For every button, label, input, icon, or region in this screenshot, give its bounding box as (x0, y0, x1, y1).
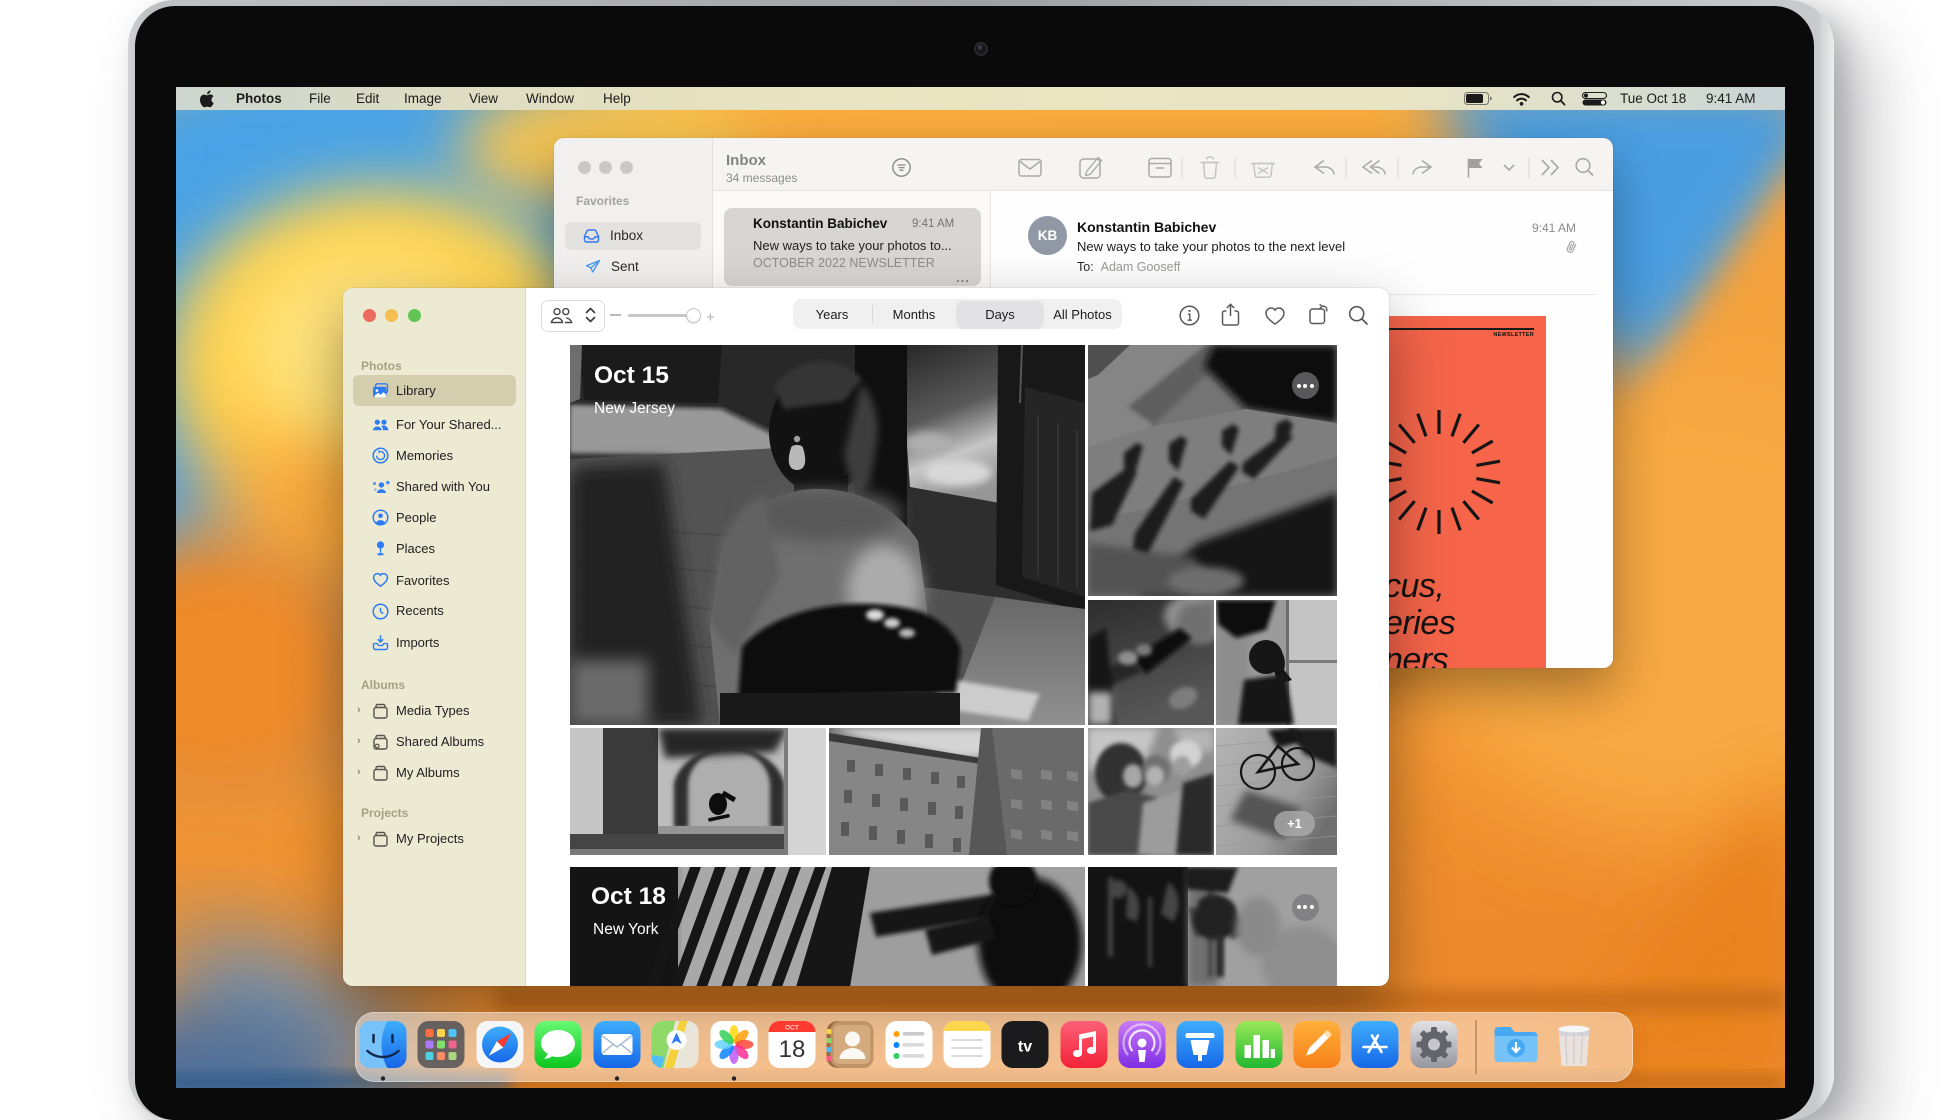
svg-text:tv: tv (1018, 1039, 1032, 1056)
svg-text:18: 18 (779, 1036, 806, 1063)
svg-text:OCT: OCT (785, 1025, 799, 1032)
